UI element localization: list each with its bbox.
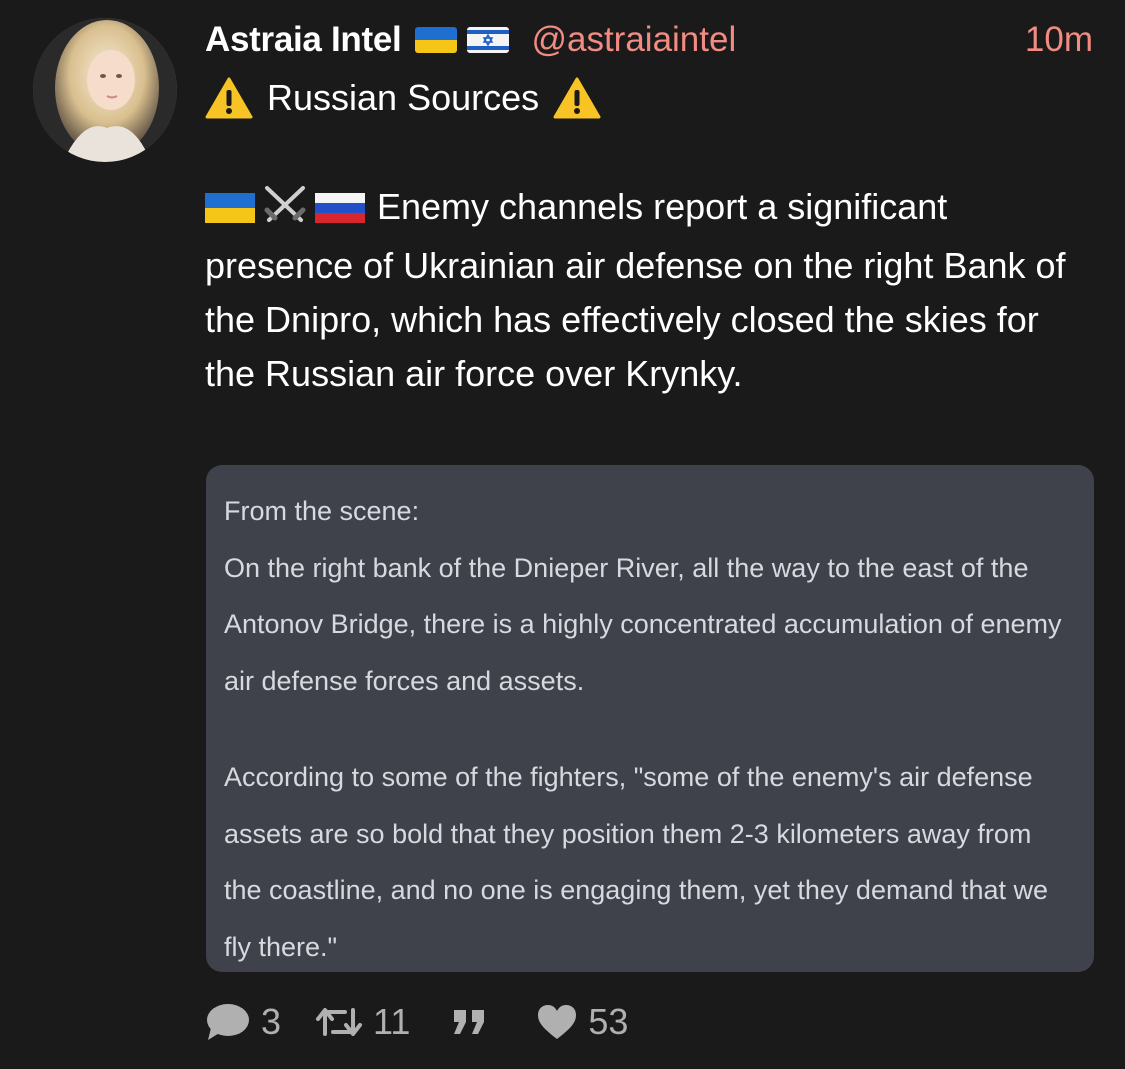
- reply-count: 3: [261, 1001, 282, 1042]
- warning-icon: [553, 76, 601, 120]
- like-count: 53: [588, 1001, 629, 1042]
- post-header: Astraia Intel @astraiaintel 10m: [205, 16, 1093, 64]
- author-name[interactable]: Astraia Intel: [205, 20, 402, 60]
- warning-icon: [205, 76, 253, 120]
- repost-button[interactable]: 11: [315, 1001, 410, 1043]
- post-headline: Russian Sources: [267, 77, 540, 118]
- quote-card[interactable]: From the scene: On the right bank of the…: [206, 465, 1094, 972]
- post-body: Enemy channels report a significant pres…: [205, 180, 1075, 401]
- reply-button[interactable]: 3: [205, 1001, 281, 1043]
- body-flags: [205, 184, 365, 239]
- quote-button[interactable]: [450, 1006, 490, 1038]
- author-handle[interactable]: @astraiaintel: [531, 20, 736, 60]
- like-button[interactable]: 53: [536, 1001, 628, 1043]
- quote-icon: [450, 1006, 490, 1038]
- crossed-swords-icon: [261, 184, 309, 239]
- ukraine-flag-icon: [205, 184, 255, 238]
- avatar[interactable]: [33, 18, 177, 162]
- like-icon: [536, 1003, 578, 1041]
- quote-card-paragraph: On the right bank of the Dnieper River, …: [224, 552, 1062, 696]
- post-headline-line: Russian Sources: [205, 76, 601, 120]
- post-timestamp[interactable]: 10m: [1025, 20, 1093, 60]
- reply-icon: [205, 1002, 251, 1042]
- russia-flag-icon: [315, 184, 365, 238]
- israel-flag-icon: [467, 27, 510, 53]
- quote-card-paragraph: According to some of the fighters, "some…: [224, 762, 1049, 962]
- ukraine-flag-icon: [415, 27, 458, 53]
- repost-icon: [315, 1004, 363, 1040]
- quote-card-heading: From the scene:: [224, 496, 420, 526]
- repost-count: 11: [373, 1001, 411, 1042]
- post-actions: 3 11 53: [205, 1000, 628, 1044]
